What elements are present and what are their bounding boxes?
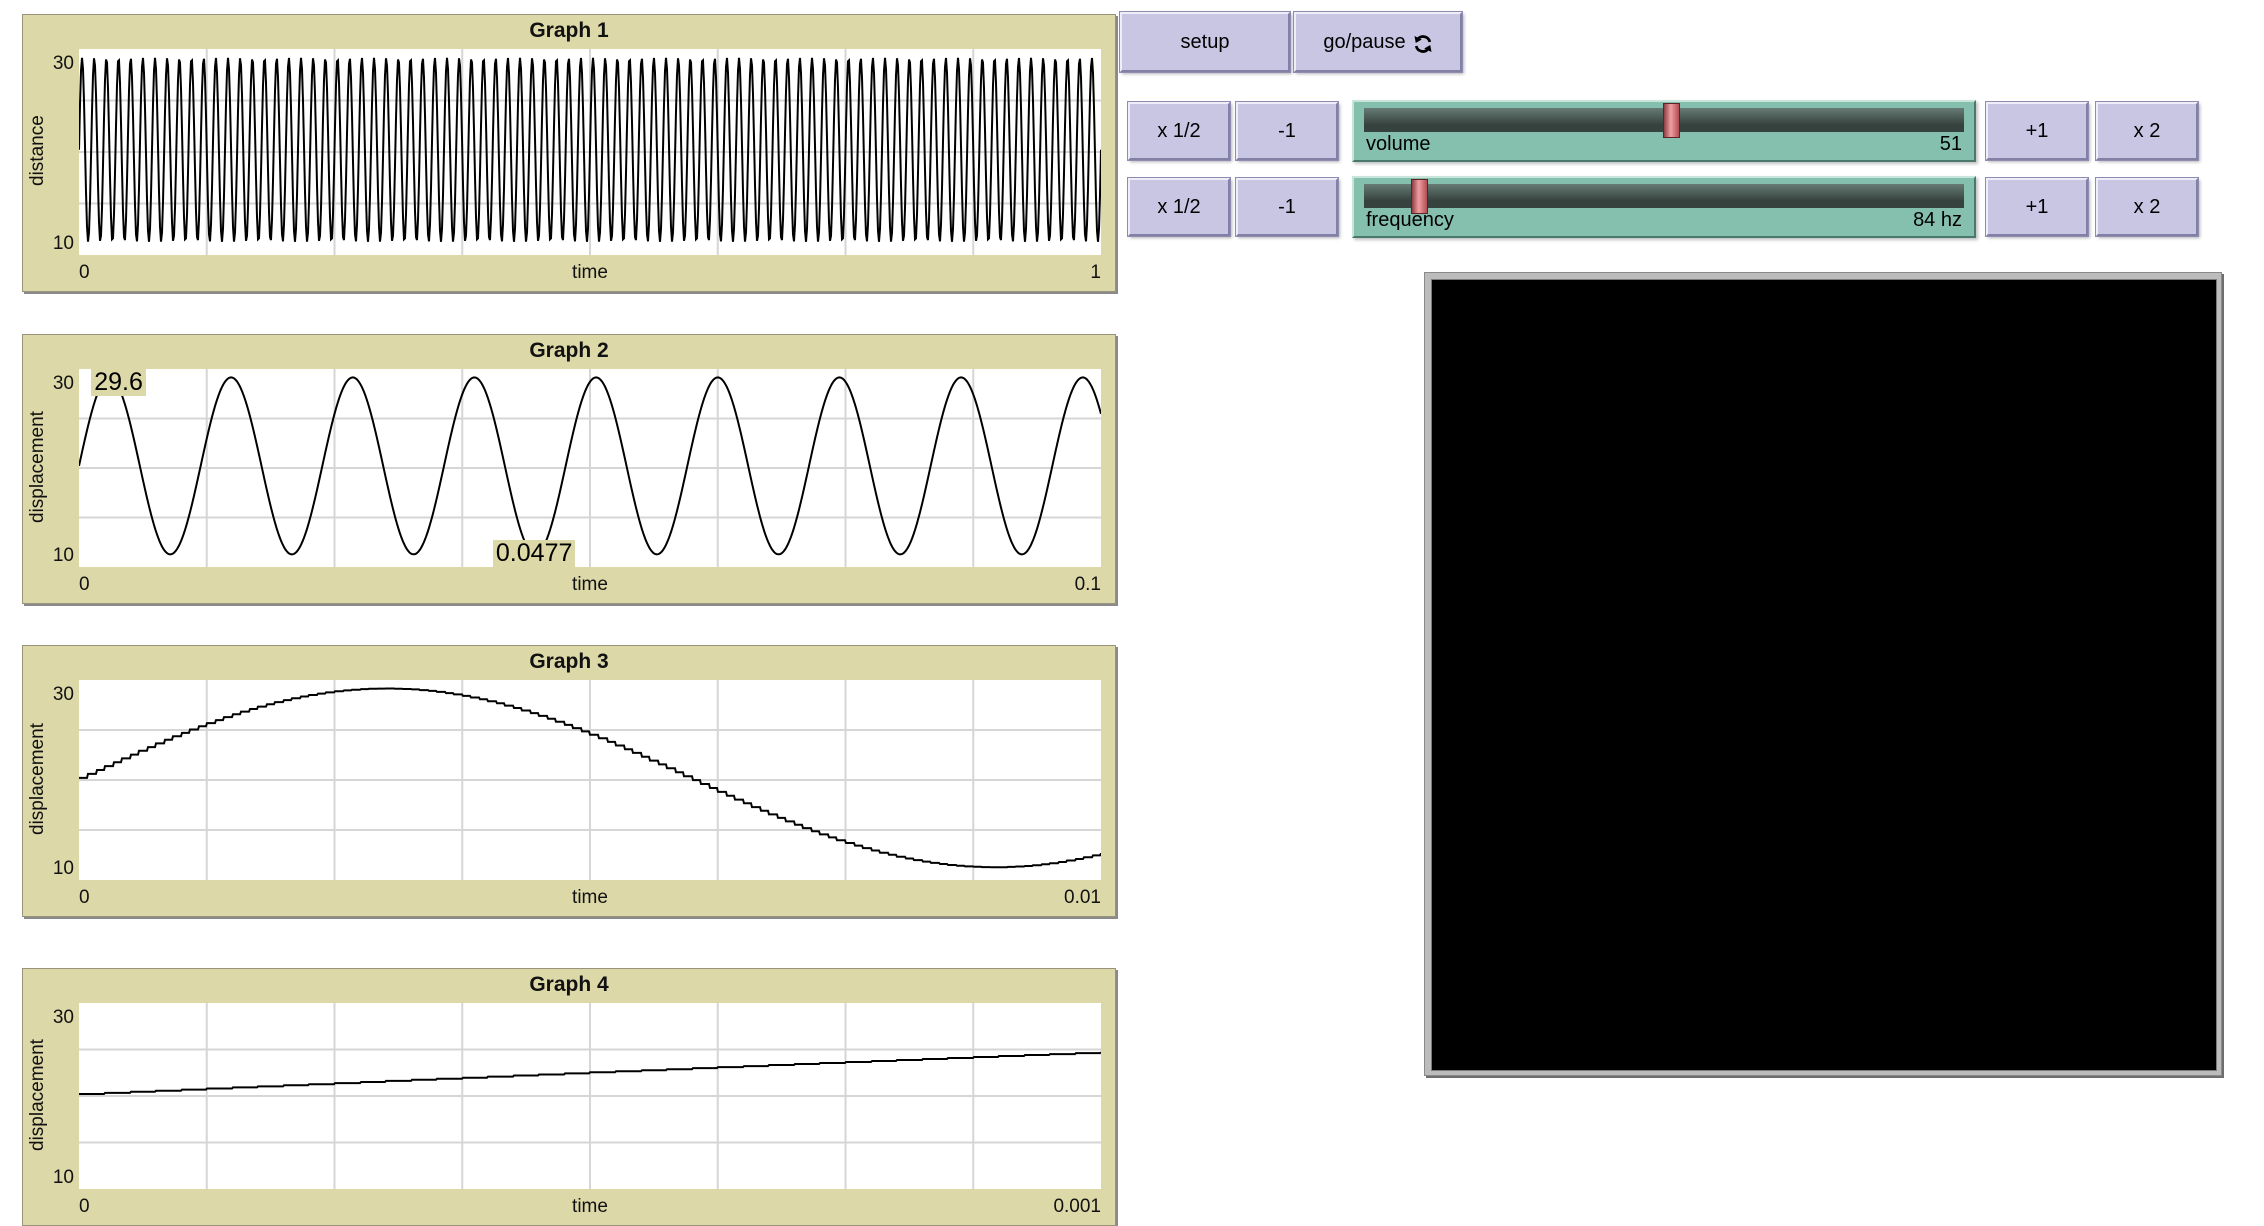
go-pause-button[interactable]: go/pause [1294,12,1462,72]
button-label: +1 [2026,196,2049,219]
button-label: -1 [1278,120,1296,143]
y-tick-max: 30 [53,53,74,75]
button-label: +1 [2026,120,2049,143]
setup-button-label: setup [1181,31,1230,54]
y-axis-label: displacement [25,999,51,1191]
button-label: x 1/2 [1157,120,1200,143]
x-axis: 0 time 0.01 [79,887,1101,911]
slider-label: frequency [1366,209,1454,232]
volume-slider[interactable]: volume 51 [1352,100,1976,162]
plot-area [79,369,1101,567]
plot-region: 30 10 [79,49,1101,255]
slider-track[interactable] [1364,108,1964,132]
go-pause-button-label: go/pause [1323,31,1405,54]
y-tick-min: 10 [53,1167,74,1189]
graph-title: Graph 3 [23,646,1115,676]
y-tick-min: 10 [53,858,74,880]
x-tick-max: 0.01 [1064,887,1101,909]
x-axis-label: time [79,887,1101,909]
volume-minus-one-button[interactable]: -1 [1236,102,1338,160]
frequency-times-two-button[interactable]: x 2 [2096,178,2198,236]
graph-panel-2: Graph 2 displacement 30 10 29.6 0.0477 0 … [22,334,1116,604]
graph-title: Graph 4 [23,969,1115,999]
plot-annotation: 0.0477 [493,540,575,567]
graph-panel-1: Graph 1 distance 30 10 0 time 1 [22,14,1116,292]
plot-area [79,680,1101,880]
slider-value: 51 [1940,133,1962,156]
frequency-slider[interactable]: frequency 84 hz [1352,176,1976,238]
y-axis-label: distance [25,45,51,257]
x-tick-max: 1 [1090,262,1101,284]
setup-button[interactable]: setup [1120,12,1290,72]
volume-plus-one-button[interactable]: +1 [1986,102,2088,160]
world-view[interactable] [1431,279,2217,1071]
x-tick-max: 0.1 [1075,574,1101,596]
slider-value: 84 hz [1913,209,1962,232]
volume-times-two-button[interactable]: x 2 [2096,102,2198,160]
plot-region: 30 10 [79,1003,1101,1189]
button-label: x 2 [2134,120,2161,143]
y-tick-max: 30 [53,684,74,706]
button-label: x 2 [2134,196,2161,219]
plot-region: 30 10 29.60.0477 [79,369,1101,567]
plot-region: 30 10 [79,680,1101,880]
graph-title: Graph 2 [23,335,1115,365]
y-tick-min: 10 [53,233,74,255]
x-axis: 0 time 1 [79,262,1101,286]
x-tick-max: 0.001 [1053,1196,1101,1218]
y-axis-label: displacement [25,365,51,569]
graph-panel-4: Graph 4 displacement 30 10 0 time 0.001 [22,968,1116,1226]
plot-area [79,1003,1101,1189]
x-axis: 0 time 0.001 [79,1196,1101,1220]
frequency-minus-one-button[interactable]: -1 [1236,178,1338,236]
button-label: x 1/2 [1157,196,1200,219]
x-axis-label: time [79,574,1101,596]
y-tick-max: 30 [53,373,74,395]
volume-half-button[interactable]: x 1/2 [1128,102,1230,160]
frequency-half-button[interactable]: x 1/2 [1128,178,1230,236]
world-view-frame [1424,272,2222,1076]
slider-label: volume [1366,133,1430,156]
graph-panel-3: Graph 3 displacement 30 10 0 time 0.01 [22,645,1116,917]
plot-annotation: 29.6 [91,369,146,396]
x-axis-label: time [79,1196,1101,1218]
frequency-plus-one-button[interactable]: +1 [1986,178,2088,236]
graph-title: Graph 1 [23,15,1115,45]
button-label: -1 [1278,196,1296,219]
forever-loop-icon [1413,34,1433,54]
plot-area [79,49,1101,255]
slider-track[interactable] [1364,184,1964,208]
x-axis: 0 time 0.1 [79,574,1101,598]
x-axis-label: time [79,262,1101,284]
y-axis-label: displacement [25,676,51,882]
y-tick-min: 10 [53,545,74,567]
y-tick-max: 30 [53,1007,74,1029]
slider-handle[interactable] [1663,103,1680,138]
